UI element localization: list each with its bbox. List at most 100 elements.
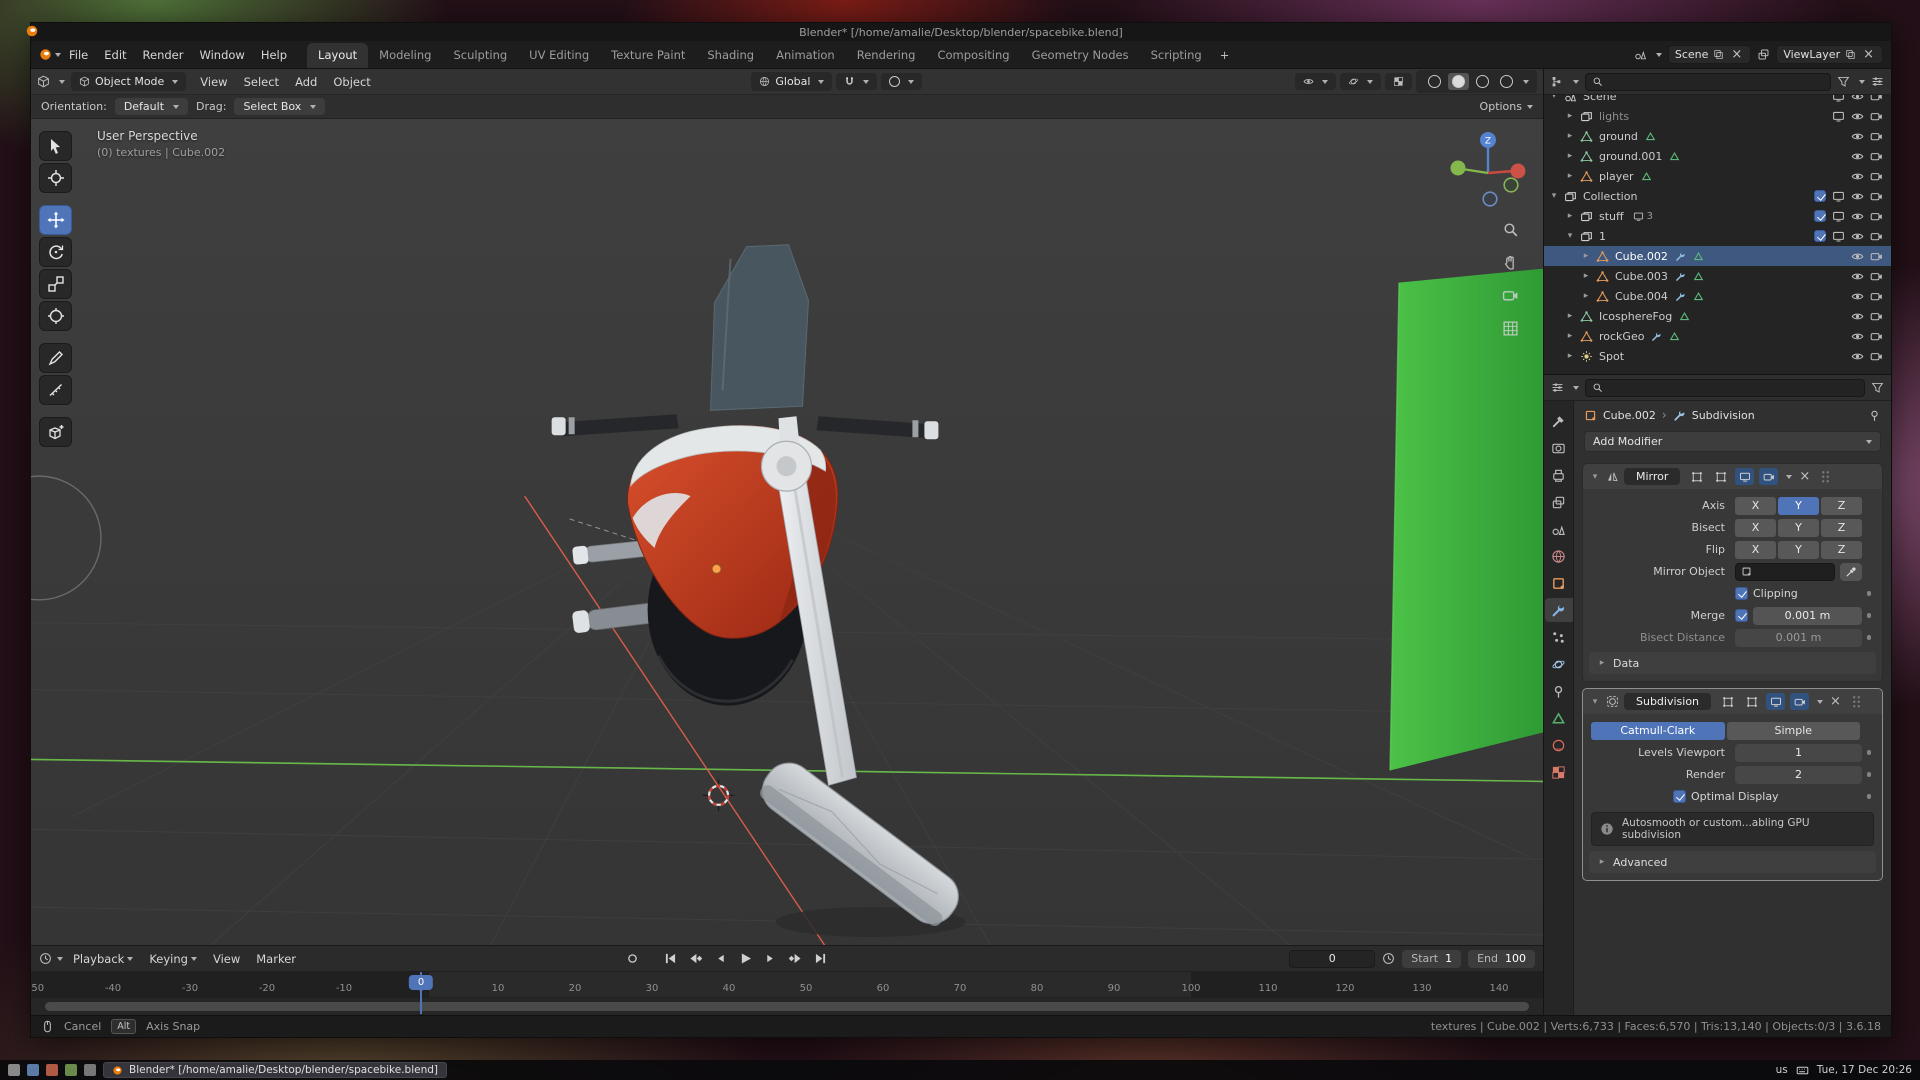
shading-wireframe-button[interactable]	[1424, 73, 1445, 90]
tab-physics[interactable]	[1545, 652, 1573, 676]
workspace-tab-layout[interactable]: Layout	[307, 43, 368, 68]
tool-annotate[interactable]	[39, 343, 72, 373]
camera-toggle[interactable]	[1870, 230, 1883, 243]
timeline-editor-caret-icon[interactable]	[57, 957, 63, 961]
monitor-toggle[interactable]	[1832, 230, 1845, 243]
show-on-cage-toggle[interactable]	[1687, 468, 1706, 485]
green-wall-object[interactable]	[1390, 269, 1543, 771]
autokey-record-button[interactable]	[622, 950, 644, 968]
eye-toggle[interactable]	[1851, 150, 1864, 163]
expand-arrow-icon[interactable]: ▸	[1580, 291, 1592, 301]
camera-toggle[interactable]	[1870, 95, 1883, 103]
menu-file[interactable]: File	[61, 45, 96, 65]
eye-toggle[interactable]	[1851, 190, 1864, 203]
navigation-gizmo[interactable]: Z	[1445, 127, 1531, 213]
breadcrumb-object[interactable]: Cube.002	[1603, 409, 1656, 422]
check-toggle[interactable]	[1814, 210, 1826, 222]
keyboard-icon[interactable]	[1796, 1064, 1809, 1077]
prev-keyframe-button[interactable]	[685, 950, 707, 968]
tab-constraints[interactable]	[1545, 679, 1573, 703]
new-view-layer-icon[interactable]	[1845, 49, 1856, 60]
tab-view-layer[interactable]	[1545, 490, 1573, 514]
scene-browse-caret-icon[interactable]	[1656, 53, 1662, 57]
workspace-tab-uv-editing[interactable]: UV Editing	[518, 43, 600, 68]
tool-cursor[interactable]	[39, 163, 72, 193]
camera-toggle[interactable]	[1870, 150, 1883, 163]
mode-dropdown[interactable]: Object Mode	[71, 72, 186, 91]
flip-x-button[interactable]: X	[1735, 541, 1776, 559]
collapse-arrow-icon[interactable]: ▾	[1589, 472, 1601, 482]
pan-hand-icon[interactable]	[1502, 254, 1519, 271]
modifier-name-field[interactable]: Subdivision	[1624, 693, 1711, 710]
expand-arrow-icon[interactable]: ▾	[1548, 95, 1560, 101]
outliner-row-1[interactable]: ▾1	[1544, 226, 1891, 246]
bisect-y-button[interactable]: Y	[1778, 519, 1819, 537]
eye-toggle[interactable]	[1851, 230, 1864, 243]
properties-editor-caret-icon[interactable]	[1573, 386, 1579, 390]
taskbar-clock[interactable]: Tue, 17 Dec 20:26	[1817, 1064, 1912, 1076]
timeline-editor-icon[interactable]	[39, 952, 52, 965]
monitor-toggle[interactable]	[1832, 95, 1845, 103]
levels-viewport-field[interactable]: 1	[1735, 744, 1862, 762]
orientation-setting-dropdown[interactable]: Default	[115, 98, 188, 115]
camera-toggle[interactable]	[1870, 290, 1883, 303]
taskbar-app-icon[interactable]	[84, 1064, 96, 1076]
outliner-row-scene[interactable]: ▾Scene	[1544, 95, 1891, 106]
menu-help[interactable]: Help	[253, 45, 295, 65]
show-on-cage-toggle[interactable]	[1718, 693, 1737, 710]
viewport-canvas[interactable]	[31, 119, 1543, 945]
view-layer-selector[interactable]: ViewLayer ×	[1776, 45, 1883, 64]
expand-arrow-icon[interactable]: ▸	[1580, 251, 1592, 261]
eye-toggle[interactable]	[1851, 330, 1864, 343]
bisect-z-button[interactable]: Z	[1821, 519, 1862, 537]
view-layer-icon[interactable]	[1757, 48, 1770, 61]
expand-arrow-icon[interactable]: ▸	[1564, 171, 1576, 181]
workspace-tab-rendering[interactable]: Rendering	[846, 43, 927, 68]
show-in-viewport-toggle[interactable]	[1766, 693, 1785, 710]
expand-arrow-icon[interactable]: ▸	[1580, 271, 1592, 281]
tab-scene[interactable]	[1545, 517, 1573, 541]
app-menu-icon[interactable]	[8, 1064, 20, 1076]
gizmo-neg-z-axis[interactable]	[1483, 192, 1497, 206]
merge-checkbox[interactable]	[1735, 609, 1748, 622]
tab-texture[interactable]	[1545, 760, 1573, 784]
flip-y-button[interactable]: Y	[1778, 541, 1819, 559]
axis-x-button[interactable]: X	[1735, 497, 1776, 515]
current-frame-field[interactable]: 0	[1289, 950, 1375, 968]
add-modifier-button[interactable]: Add Modifier	[1584, 431, 1881, 452]
use-preview-range-icon[interactable]	[1382, 952, 1395, 965]
gizmo-x-axis[interactable]	[1511, 164, 1526, 179]
menu-marker[interactable]: Marker	[248, 949, 304, 969]
outliner-search[interactable]	[1585, 73, 1831, 91]
show-overlays-toggle[interactable]	[1340, 73, 1381, 90]
editor-type-caret-icon[interactable]	[59, 80, 65, 84]
menu-view[interactable]: View	[192, 72, 235, 92]
eyedropper-button[interactable]	[1840, 563, 1862, 581]
axis-z-button[interactable]: Z	[1821, 497, 1862, 515]
workspace-tab-texture-paint[interactable]: Texture Paint	[600, 43, 696, 68]
show-in-editmode-toggle[interactable]	[1742, 693, 1761, 710]
outliner-row-stuff[interactable]: ▸stuff3	[1544, 206, 1891, 226]
keyboard-layout-indicator[interactable]: us	[1776, 1064, 1788, 1076]
outliner-filter-caret-icon[interactable]	[1859, 80, 1865, 84]
window-titlebar[interactable]: Blender* [/home/amalie/Desktop/blender/s…	[31, 23, 1891, 41]
flip-z-button[interactable]: Z	[1821, 541, 1862, 559]
workspace-tab-compositing[interactable]: Compositing	[926, 43, 1020, 68]
tab-particles[interactable]	[1545, 625, 1573, 649]
eye-toggle[interactable]	[1851, 350, 1864, 363]
play-button[interactable]	[735, 950, 757, 968]
eye-toggle[interactable]	[1851, 130, 1864, 143]
outliner-filter-icon[interactable]	[1837, 75, 1850, 88]
outliner-row-lights[interactable]: ▸lights	[1544, 106, 1891, 126]
mirror-object-field[interactable]	[1735, 563, 1835, 581]
menu-keying[interactable]: Keying	[141, 949, 205, 969]
outliner-row-cube-003[interactable]: ▸Cube.003	[1544, 266, 1891, 286]
properties-search[interactable]	[1585, 379, 1865, 397]
show-in-render-toggle[interactable]	[1759, 468, 1778, 485]
taskbar-app-icon[interactable]	[65, 1064, 77, 1076]
end-frame-field[interactable]: End 100	[1468, 950, 1535, 968]
show-in-render-toggle[interactable]	[1790, 693, 1809, 710]
outliner-editor-caret-icon[interactable]	[1573, 80, 1579, 84]
catmull-clark-button[interactable]: Catmull-Clark	[1591, 722, 1725, 740]
outliner-row-spot[interactable]: ▸Spot	[1544, 346, 1891, 366]
